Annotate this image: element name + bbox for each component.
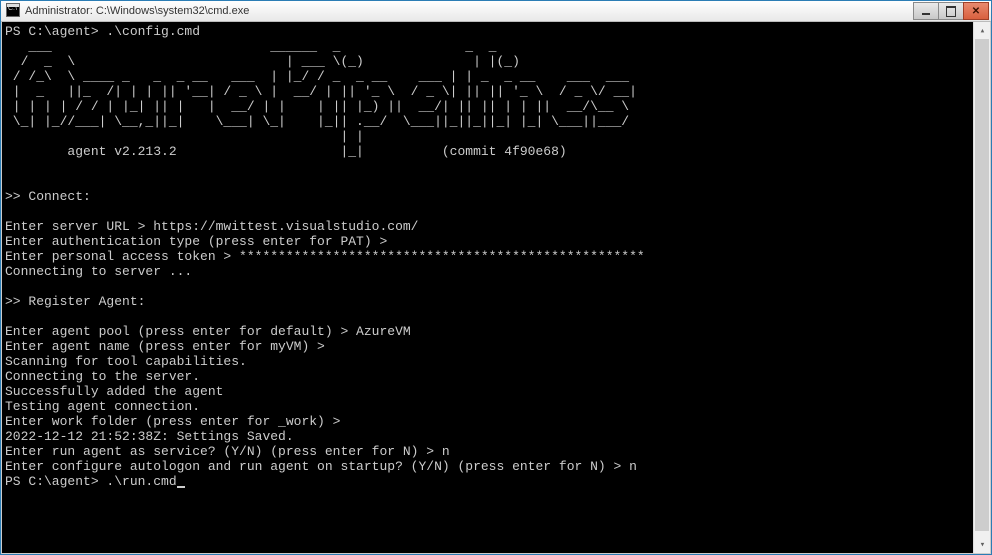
scanning-line: Scanning for tool capabilities. (5, 354, 247, 369)
enter-auth-type: Enter authentication type (press enter f… (5, 234, 387, 249)
minimize-button[interactable] (913, 2, 939, 20)
titlebar[interactable]: C:\ Administrator: C:\Windows\system32\c… (1, 1, 991, 22)
terminal-output[interactable]: PS C:\agent> .\config.cmd ___ ______ _ _… (2, 22, 973, 553)
cmd-window: C:\ Administrator: C:\Windows\system32\c… (0, 0, 992, 555)
scroll-track[interactable] (974, 39, 990, 536)
scroll-thumb[interactable] (975, 39, 989, 531)
client-area: PS C:\agent> .\config.cmd ___ ______ _ _… (1, 22, 991, 554)
settings-saved-line: 2022-12-12 21:52:38Z: Settings Saved. (5, 429, 294, 444)
added-agent-line: Successfully added the agent (5, 384, 223, 399)
window-buttons (914, 2, 989, 20)
prompt-line-1: PS C:\agent> .\config.cmd (5, 24, 200, 39)
ascii-art-logo: ___ ______ _ _ _ / _ \ | ___ \(_) | |(_)… (5, 39, 637, 159)
scroll-up-arrow-icon[interactable]: ▴ (974, 22, 991, 39)
window-title: Administrator: C:\Windows\system32\cmd.e… (25, 5, 914, 17)
run-as-service-line: Enter run agent as service? (Y/N) (press… (5, 444, 450, 459)
connecting-line: Connecting to server ... (5, 264, 192, 279)
prompt-line-2: PS C:\agent> .\run.cmd (5, 474, 177, 489)
enter-agent-pool: Enter agent pool (press enter for defaul… (5, 324, 411, 339)
enter-server-url: Enter server URL > https://mwittest.visu… (5, 219, 418, 234)
cmd-icon: C:\ (5, 3, 21, 19)
work-folder-line: Enter work folder (press enter for _work… (5, 414, 340, 429)
scroll-down-arrow-icon[interactable]: ▾ (974, 536, 991, 553)
close-button[interactable] (963, 2, 989, 20)
testing-connection-line: Testing agent connection. (5, 399, 200, 414)
maximize-button[interactable] (938, 2, 964, 20)
enter-pat-token: Enter personal access token > **********… (5, 249, 645, 264)
register-agent-header: >> Register Agent: (5, 294, 145, 309)
enter-agent-name: Enter agent name (press enter for myVM) … (5, 339, 325, 354)
autologon-line: Enter configure autologon and run agent … (5, 459, 637, 474)
vertical-scrollbar[interactable]: ▴ ▾ (973, 22, 990, 553)
cursor-caret (177, 486, 185, 488)
connect-header: >> Connect: (5, 189, 91, 204)
connecting-server-line: Connecting to the server. (5, 369, 200, 384)
